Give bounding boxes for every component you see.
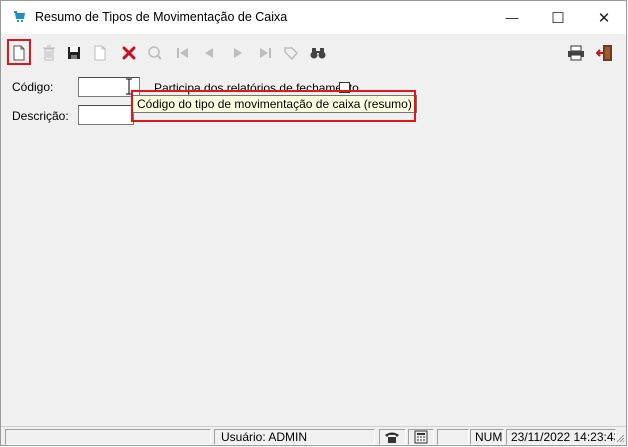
descricao-label: Descrição: xyxy=(12,109,69,123)
cancel-button[interactable] xyxy=(117,41,141,65)
window-title: Resumo de Tipos de Movimentação de Caixa xyxy=(35,10,288,24)
save-icon xyxy=(68,47,80,59)
delete-button[interactable] xyxy=(37,41,61,65)
next-record-icon xyxy=(234,48,242,58)
telephone-icon xyxy=(385,432,399,443)
printer-icon xyxy=(568,45,584,61)
calculator-status-panel[interactable] xyxy=(408,429,434,445)
dialog-window: Resumo de Tipos de Movimentação de Caixa… xyxy=(0,0,627,446)
toolbar xyxy=(1,35,626,71)
cash-register-app-icon xyxy=(14,11,25,22)
last-record-button[interactable] xyxy=(253,41,277,65)
resize-grip-icon[interactable] xyxy=(615,433,625,443)
status-user: Usuário: ADMIN xyxy=(214,429,375,445)
previous-record-icon xyxy=(205,48,213,58)
descricao-input[interactable] xyxy=(78,105,134,125)
cancel-x-icon xyxy=(122,46,136,60)
maximize-button[interactable]: ☐ xyxy=(535,1,581,34)
refresh-search-button[interactable] xyxy=(143,41,167,65)
last-record-icon xyxy=(260,48,271,58)
status-numlock: NUM xyxy=(470,429,504,445)
filter-button[interactable] xyxy=(279,41,303,65)
minimize-icon: — xyxy=(505,10,519,25)
status-bar: Usuário: ADMIN NUM 23/11/2022 14:23:43 xyxy=(1,426,626,447)
status-panel-empty xyxy=(5,429,211,445)
previous-record-button[interactable] xyxy=(197,41,221,65)
close-icon: ✕ xyxy=(597,9,611,27)
status-panel-blank xyxy=(437,429,469,445)
first-record-button[interactable] xyxy=(171,41,195,65)
exit-button[interactable] xyxy=(593,41,617,65)
next-record-button[interactable] xyxy=(226,41,250,65)
status-datetime-text: 23/11/2022 14:23:43 xyxy=(511,430,616,444)
find-button[interactable] xyxy=(306,41,330,65)
copy-document-icon xyxy=(94,45,106,61)
status-datetime: 23/11/2022 14:23:43 xyxy=(506,429,616,445)
binoculars-icon xyxy=(310,48,326,59)
refresh-search-icon xyxy=(148,46,162,60)
status-numlock-text: NUM xyxy=(475,430,503,444)
calculator-icon xyxy=(414,430,428,444)
print-button[interactable] xyxy=(564,41,588,65)
exit-door-icon xyxy=(596,45,612,61)
save-button[interactable] xyxy=(62,41,86,65)
first-record-icon xyxy=(177,48,188,58)
tooltip-highlight xyxy=(131,90,416,122)
trash-icon xyxy=(43,45,55,61)
filter-icon xyxy=(284,47,299,61)
maximize-icon: ☐ xyxy=(551,9,565,27)
phone-status-panel[interactable] xyxy=(379,429,406,445)
codigo-label: Código: xyxy=(12,80,54,94)
close-button[interactable]: ✕ xyxy=(581,1,627,34)
new-button-highlight xyxy=(7,39,31,65)
title-bar[interactable]: Resumo de Tipos de Movimentação de Caixa… xyxy=(1,1,626,34)
copy-button[interactable] xyxy=(88,41,112,65)
minimize-button[interactable]: — xyxy=(489,1,535,34)
status-user-text: Usuário: ADMIN xyxy=(221,430,308,444)
